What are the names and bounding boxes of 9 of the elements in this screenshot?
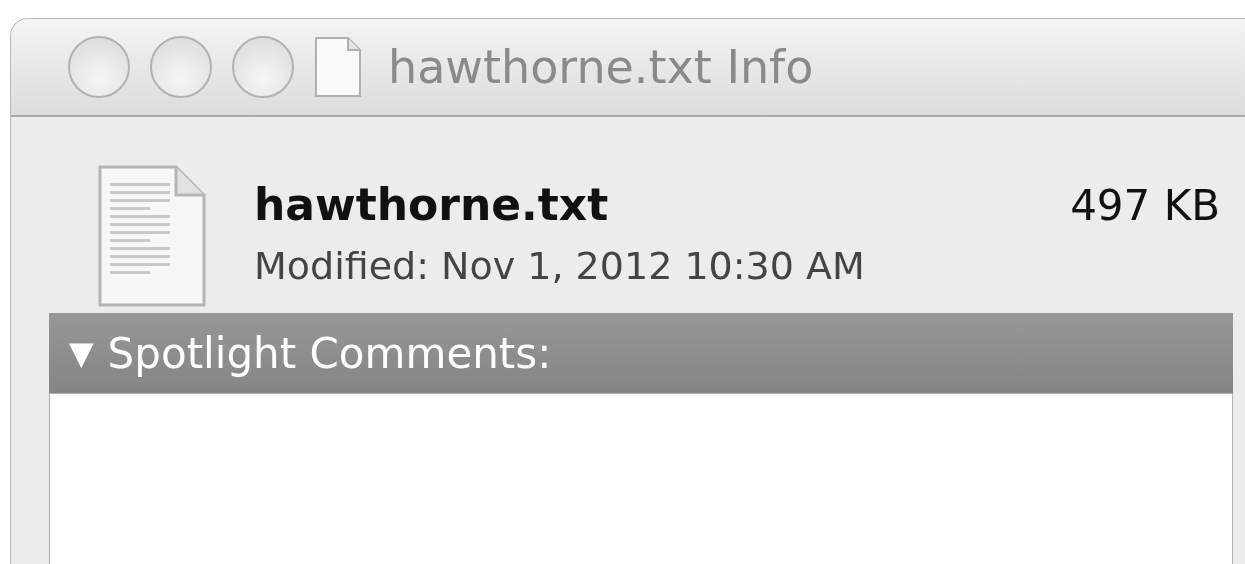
disclosure-toggle[interactable]: ▼ [69, 334, 94, 372]
section-title: Spotlight Comments: [107, 328, 552, 378]
file-name: hawthorne.txt [254, 179, 609, 230]
text-document-icon [96, 163, 208, 309]
comments-field[interactable] [49, 393, 1233, 564]
file-size: 497 KB [1070, 181, 1220, 230]
document-icon [314, 36, 362, 98]
modified-date: Modified: Nov 1, 2012 10:30 AM [254, 244, 866, 288]
window-title: hawthorne.txt Info [388, 40, 814, 94]
